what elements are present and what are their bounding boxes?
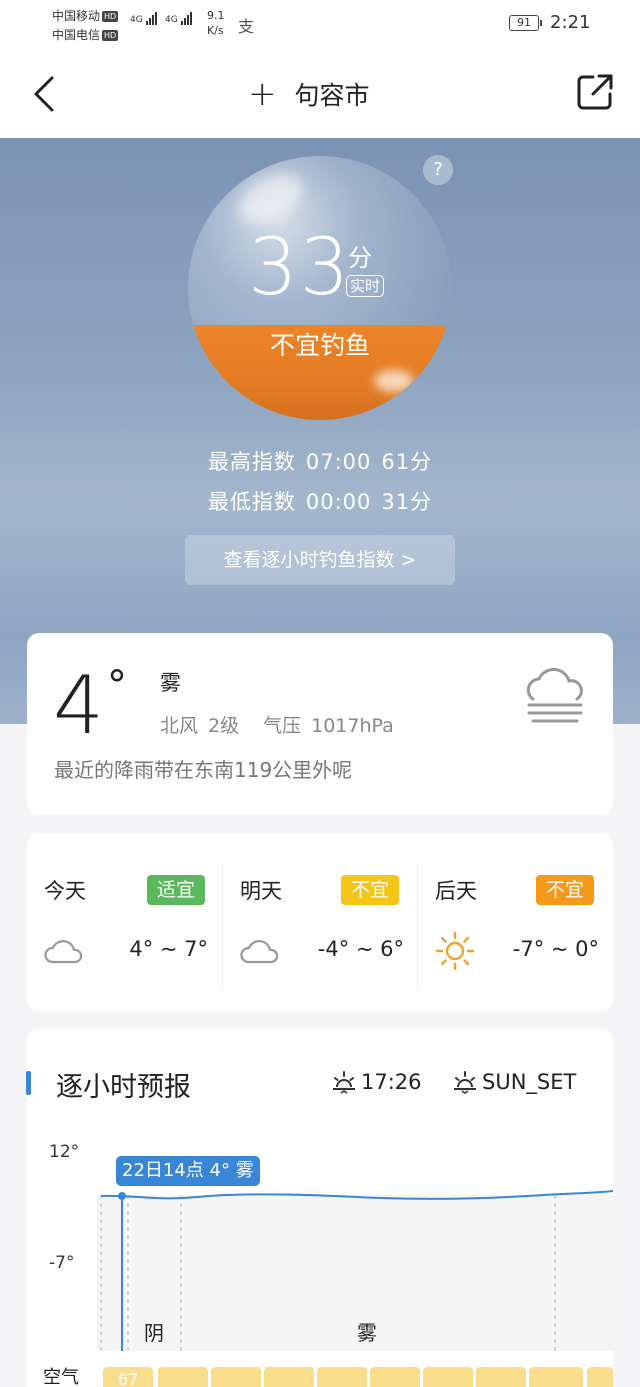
suitability-badge: 不宜 bbox=[536, 875, 594, 905]
wind-direction: 北风 bbox=[160, 715, 199, 737]
day-after-tomorrow[interactable]: 后天 不宜 -7° ~ 0° bbox=[418, 833, 613, 1011]
sunset-info: SUN_SET bbox=[452, 1069, 576, 1095]
temp-range: -7° ~ 0° bbox=[512, 937, 599, 961]
rain-note: 最近的降雨带在东南119公里外呢 bbox=[54, 758, 353, 782]
wind-pressure: 北风 2级 气压 1017hPa bbox=[160, 711, 418, 738]
sunrise-icon bbox=[333, 1071, 355, 1094]
hour-tooltip: 22日14点 4° 雾 bbox=[116, 1156, 260, 1186]
help-icon[interactable]: ? bbox=[423, 155, 453, 185]
day-name: 今天 bbox=[44, 879, 86, 903]
aq-cell bbox=[264, 1367, 314, 1387]
day-tomorrow[interactable]: 明天 不宜 -4° ~ 6° bbox=[223, 833, 418, 1011]
status-bar: 中国移动 HD 中国电信 HD 4G 4G 9.1 K/s 支 91 2:21 bbox=[0, 0, 640, 50]
sun-icon bbox=[435, 931, 475, 971]
fishing-score: 33 bbox=[248, 223, 352, 313]
fog-icon bbox=[526, 668, 583, 723]
pressure-label: 气压 bbox=[263, 715, 302, 737]
alipay-icon: 支 bbox=[238, 17, 255, 36]
aq-cell bbox=[370, 1367, 420, 1387]
aq-cell bbox=[317, 1367, 367, 1387]
weather-label-fog: 雾 bbox=[357, 1321, 377, 1345]
current-condition: 雾 bbox=[160, 671, 181, 695]
hourly-index-button[interactable]: 查看逐小时钓鱼指数 > bbox=[185, 535, 455, 585]
signal-type: 4G bbox=[165, 15, 178, 25]
air-quality-label: 空气 bbox=[43, 1367, 79, 1387]
city-title[interactable]: + 句容市 bbox=[248, 76, 370, 112]
add-city-icon[interactable]: + bbox=[248, 77, 277, 111]
aq-cell: 67 bbox=[103, 1367, 153, 1387]
current-point bbox=[118, 1192, 126, 1200]
cloud-icon bbox=[240, 940, 279, 964]
current-weather-card[interactable]: 4 ° 雾 北风 2级 气压 1017hPa 最近的降雨带在东南119公里外呢 bbox=[27, 633, 613, 815]
max-label: 最高指数 bbox=[207, 450, 296, 474]
nav-bar: + 句容市 bbox=[0, 50, 640, 138]
min-time: 00:00 bbox=[305, 490, 372, 514]
sunset-label: SUN_SET bbox=[482, 1070, 577, 1094]
temp-range: -4° ~ 6° bbox=[317, 937, 404, 961]
aq-cell bbox=[211, 1367, 261, 1387]
aq-cell bbox=[158, 1367, 208, 1387]
aq-cell bbox=[587, 1367, 613, 1387]
day-today[interactable]: 今天 适宜 4° ~ 7° bbox=[27, 833, 222, 1011]
hourly-title: 逐小时预报 bbox=[56, 1072, 191, 1103]
fishing-verdict: 不宜钓鱼 bbox=[269, 331, 370, 360]
speed-unit: K/s bbox=[207, 24, 224, 37]
min-score: 31分 bbox=[381, 490, 433, 514]
max-index: 最高指数 07:00 61分 bbox=[0, 446, 640, 476]
current-temp: 4 bbox=[53, 659, 104, 752]
max-time: 07:00 bbox=[305, 450, 372, 474]
carrier-info: 中国移动 HD 中国电信 HD bbox=[52, 7, 119, 45]
cloud-icon bbox=[44, 940, 83, 964]
max-score: 61分 bbox=[381, 450, 433, 474]
day-name: 明天 bbox=[240, 879, 282, 903]
hd-badge: HD bbox=[102, 11, 119, 22]
realtime-badge: 实时 bbox=[346, 275, 385, 297]
signal-icon-2: 4G bbox=[165, 12, 193, 25]
clock: 2:21 bbox=[550, 12, 591, 33]
section-accent bbox=[26, 1071, 31, 1095]
min-index: 最低指数 00:00 31分 bbox=[0, 486, 640, 516]
carrier-1: 中国移动 bbox=[52, 9, 101, 23]
bubble-highlight-2 bbox=[374, 370, 414, 392]
wind-level: 2级 bbox=[208, 715, 240, 737]
y-axis-min: -7° bbox=[49, 1253, 75, 1273]
carrier-2: 中国电信 bbox=[52, 28, 101, 42]
hd-badge: HD bbox=[102, 30, 119, 41]
signal-icon: 4G bbox=[130, 12, 158, 25]
day-name: 后天 bbox=[435, 879, 477, 903]
degree-symbol: ° bbox=[107, 663, 127, 709]
suitability-badge: 不宜 bbox=[341, 875, 399, 905]
aq-cell bbox=[529, 1367, 583, 1387]
three-day-forecast-card: 今天 适宜 4° ~ 7° 明天 不宜 -4° ~ 6° 后天 不宜 -7° ~… bbox=[27, 833, 613, 1011]
sunrise-time: 17:26 bbox=[361, 1070, 422, 1094]
suitability-badge: 适宜 bbox=[147, 875, 205, 905]
weather-label-overcast: 阴 bbox=[144, 1321, 164, 1345]
battery-icon: 91 bbox=[509, 15, 542, 31]
back-icon[interactable] bbox=[28, 74, 64, 114]
score-unit: 分 bbox=[348, 244, 372, 272]
y-axis-max: 12° bbox=[49, 1142, 80, 1162]
chart-area bbox=[97, 1195, 613, 1351]
net-speed: 9.1 K/s bbox=[207, 8, 225, 38]
aq-cell bbox=[476, 1367, 526, 1387]
min-label: 最低指数 bbox=[207, 490, 296, 514]
temp-range: 4° ~ 7° bbox=[129, 937, 208, 961]
pressure-value: 1017hPa bbox=[311, 715, 394, 737]
sunrise-info: 17:26 bbox=[331, 1069, 422, 1095]
hourly-forecast-card: 逐小时预报 17:26 SUN_SET 12° -7° 22日14点 4° 雾 … bbox=[26, 1029, 613, 1387]
signal-type: 4G bbox=[130, 15, 143, 25]
sunset-icon bbox=[454, 1071, 476, 1094]
aq-cell bbox=[423, 1367, 473, 1387]
share-icon[interactable] bbox=[575, 72, 615, 112]
speed-value: 9.1 bbox=[207, 9, 225, 22]
city-name: 句容市 bbox=[294, 81, 370, 110]
